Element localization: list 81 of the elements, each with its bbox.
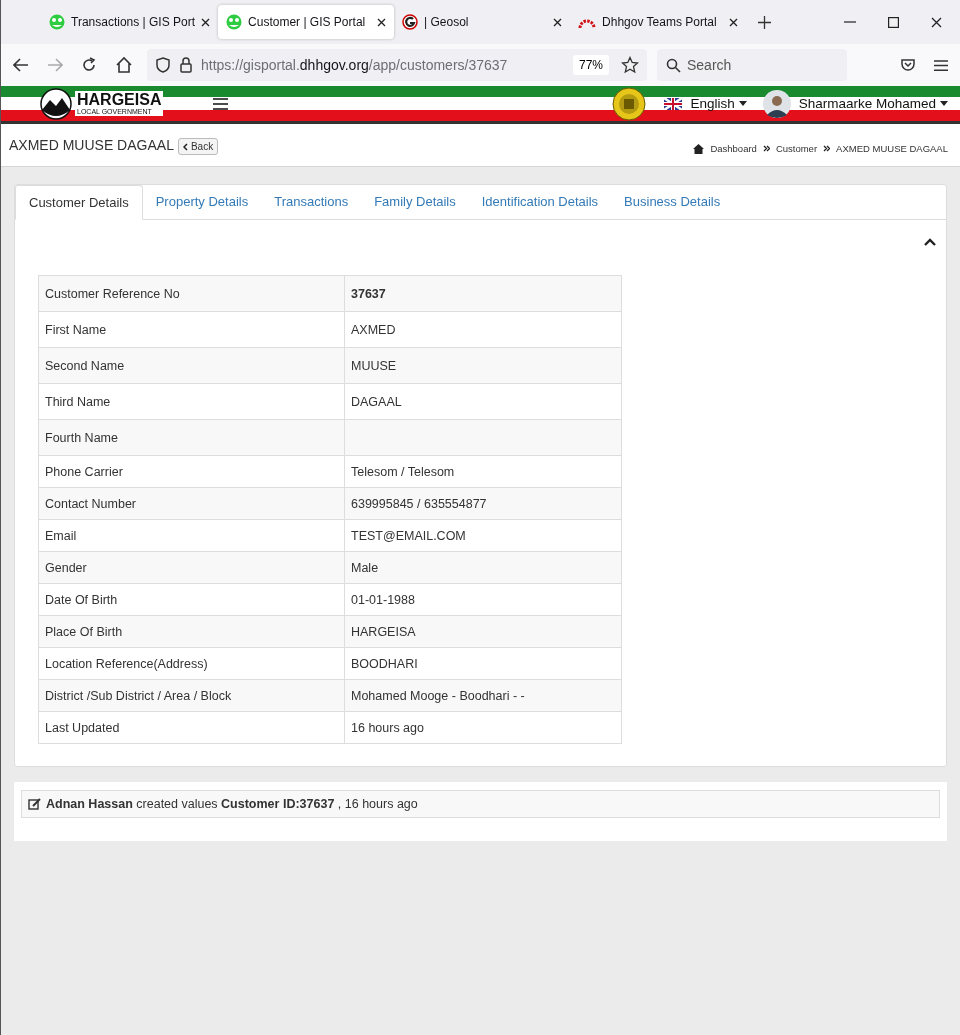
field-label: Contact Number xyxy=(38,487,345,520)
field-label: Phone Carrier xyxy=(38,455,345,488)
field-value: Male xyxy=(344,551,622,584)
field-value: 01-01-1988 xyxy=(344,583,622,616)
flag-icon xyxy=(664,97,683,110)
field-value: HARGEISA xyxy=(344,615,622,648)
reload-icon[interactable] xyxy=(81,57,97,73)
back-arrow-icon[interactable] xyxy=(13,58,29,72)
collapse-icon[interactable] xyxy=(924,238,936,246)
chevrons-icon xyxy=(762,145,770,152)
browser-tab[interactable]: | Geosol xyxy=(394,5,571,39)
portal-icon xyxy=(226,14,243,30)
caret-icon xyxy=(738,101,747,106)
address-bar[interactable]: https://gisportal.dhhgov.org/app/customers/37637 77% xyxy=(147,49,647,81)
url-text: https://gisportal.dhhgov.org/app/customers/37637 xyxy=(201,57,509,73)
field-label: Fourth Name xyxy=(38,419,345,456)
page-title: AXMED MUUSE DAGAAL xyxy=(9,137,174,153)
field-label: Second Name xyxy=(38,347,345,384)
field-value: TEST@EMAIL.COM xyxy=(344,519,622,552)
emblem-icon xyxy=(612,86,647,121)
search-field[interactable]: Search xyxy=(657,49,847,81)
field-value: MUUSE xyxy=(344,347,622,384)
home-icon[interactable] xyxy=(693,143,705,154)
field-label: Third Name xyxy=(38,383,345,420)
avatar-icon xyxy=(762,89,791,118)
breadcrumb-item[interactable]: Customer xyxy=(775,143,818,154)
shield-icon xyxy=(155,57,171,73)
field-label: Date Of Birth xyxy=(38,583,345,616)
pocket-icon[interactable] xyxy=(900,57,916,73)
tab[interactable]: Transactions xyxy=(261,185,362,219)
g-logo-icon xyxy=(402,14,419,30)
lock-icon xyxy=(179,57,193,73)
field-value: Mohamed Mooge - Boodhari - - xyxy=(344,679,622,712)
tab[interactable]: Identification Details xyxy=(468,185,612,219)
field-label: Location Reference(Address) xyxy=(38,647,345,680)
menu-icon[interactable] xyxy=(934,59,948,71)
field-label: Place Of Birth xyxy=(38,615,345,648)
field-label: Gender xyxy=(38,551,345,584)
field-value: DAGAAL xyxy=(344,383,622,420)
breadcrumb-item: AXMED MUUSE DAGAAL xyxy=(836,143,948,154)
zoom-level[interactable]: 77% xyxy=(572,55,609,75)
chevrons-icon xyxy=(823,145,831,152)
brand-name: HARGEISA xyxy=(77,92,162,108)
user-dropdown[interactable]: Sharmaarke Mohamed xyxy=(798,96,948,111)
close-icon[interactable] xyxy=(729,17,739,27)
language-dropdown[interactable]: English xyxy=(690,96,747,111)
close-icon[interactable] xyxy=(931,16,942,28)
field-value: 37637 xyxy=(344,275,622,312)
tab[interactable]: Family Details xyxy=(361,185,469,219)
browser-tab[interactable]: Transactions | GIS Port xyxy=(41,5,219,39)
new-tab-icon[interactable] xyxy=(758,15,772,29)
close-icon[interactable] xyxy=(201,17,211,27)
tab[interactable]: Business Details xyxy=(611,185,734,219)
field-value: AXMED xyxy=(344,311,622,348)
field-value: 16 hours ago xyxy=(344,711,622,744)
close-icon[interactable] xyxy=(553,17,563,27)
activity-entry: Adnan Hassan created values Customer ID:37637 , 16 hours ago xyxy=(46,797,418,811)
breadcrumb-item[interactable]: Dashboard xyxy=(710,143,757,154)
logo-icon xyxy=(39,87,73,120)
browser-tab[interactable]: Customer | GIS Portal xyxy=(218,5,395,39)
edit-icon xyxy=(28,798,41,810)
tab[interactable]: Customer Details xyxy=(15,185,143,220)
caret-icon xyxy=(940,101,948,106)
chevron-left-icon xyxy=(182,142,188,151)
portal-icon xyxy=(49,14,65,30)
field-label: First Name xyxy=(38,311,345,348)
field-label: Customer Reference No xyxy=(38,275,345,312)
field-value: Telesom / Telesom xyxy=(344,455,622,488)
field-value: BOODHARI xyxy=(344,647,622,680)
home-icon[interactable] xyxy=(115,56,133,74)
field-label: District /Sub District / Area / Block xyxy=(38,679,345,712)
tab[interactable]: Property Details xyxy=(142,185,262,219)
field-label: Last Updated xyxy=(38,711,345,744)
field-value: 639995845 / 635554877 xyxy=(344,487,622,520)
field-label: Email xyxy=(38,519,345,552)
star-icon[interactable] xyxy=(621,56,639,74)
browser-tab[interactable]: Dhhgov Teams Portal xyxy=(570,5,747,39)
menu-icon[interactable] xyxy=(213,97,229,110)
back-button[interactable]: Back xyxy=(177,138,219,155)
close-icon[interactable] xyxy=(377,17,387,27)
maximize-icon[interactable] xyxy=(888,16,899,28)
